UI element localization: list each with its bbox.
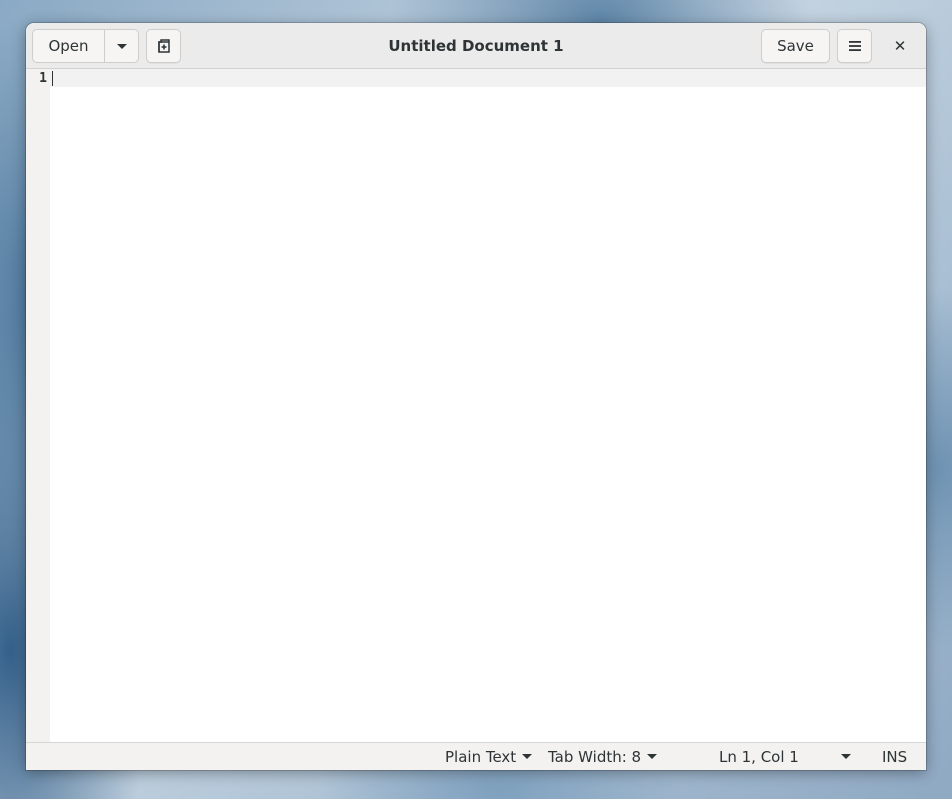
chevron-down-icon bbox=[116, 43, 127, 49]
main-menu-button[interactable] bbox=[837, 29, 872, 63]
insert-mode-indicator[interactable]: INS bbox=[882, 743, 907, 770]
language-label: Plain Text bbox=[445, 747, 517, 766]
new-tab-icon bbox=[157, 39, 170, 53]
current-line-highlight bbox=[50, 69, 926, 87]
open-button[interactable]: Open bbox=[33, 30, 105, 62]
editor-window: Open Untitled Document 1 Save ✕ 1 Plain … bbox=[26, 23, 926, 770]
header-bar: Open Untitled Document 1 Save ✕ bbox=[26, 23, 926, 69]
text-cursor bbox=[52, 71, 53, 86]
save-button[interactable]: Save bbox=[761, 29, 830, 63]
text-editor-area[interactable] bbox=[50, 69, 926, 742]
close-icon: ✕ bbox=[893, 37, 907, 55]
tab-width-label: Tab Width: 8 bbox=[548, 747, 642, 766]
hamburger-menu-icon bbox=[848, 41, 861, 51]
chevron-down-icon bbox=[840, 754, 851, 759]
language-selector[interactable]: Plain Text bbox=[445, 743, 533, 770]
close-button[interactable]: ✕ bbox=[888, 34, 912, 58]
open-button-group: Open bbox=[32, 29, 139, 63]
new-tab-button[interactable] bbox=[146, 29, 181, 63]
line-number: 1 bbox=[39, 71, 47, 86]
line-number-gutter: 1 bbox=[26, 69, 50, 742]
open-recent-dropdown-button[interactable] bbox=[105, 30, 138, 62]
insert-mode-label: INS bbox=[882, 747, 908, 766]
cursor-position-label: Ln 1, Col 1 bbox=[719, 747, 799, 766]
chevron-down-icon bbox=[647, 754, 658, 759]
chevron-down-icon bbox=[522, 754, 533, 759]
cursor-position-selector[interactable]: Ln 1, Col 1 bbox=[719, 743, 851, 770]
tab-width-selector[interactable]: Tab Width: 8 bbox=[548, 743, 658, 770]
status-bar: Plain Text Tab Width: 8 Ln 1, Col 1 INS bbox=[26, 742, 926, 770]
